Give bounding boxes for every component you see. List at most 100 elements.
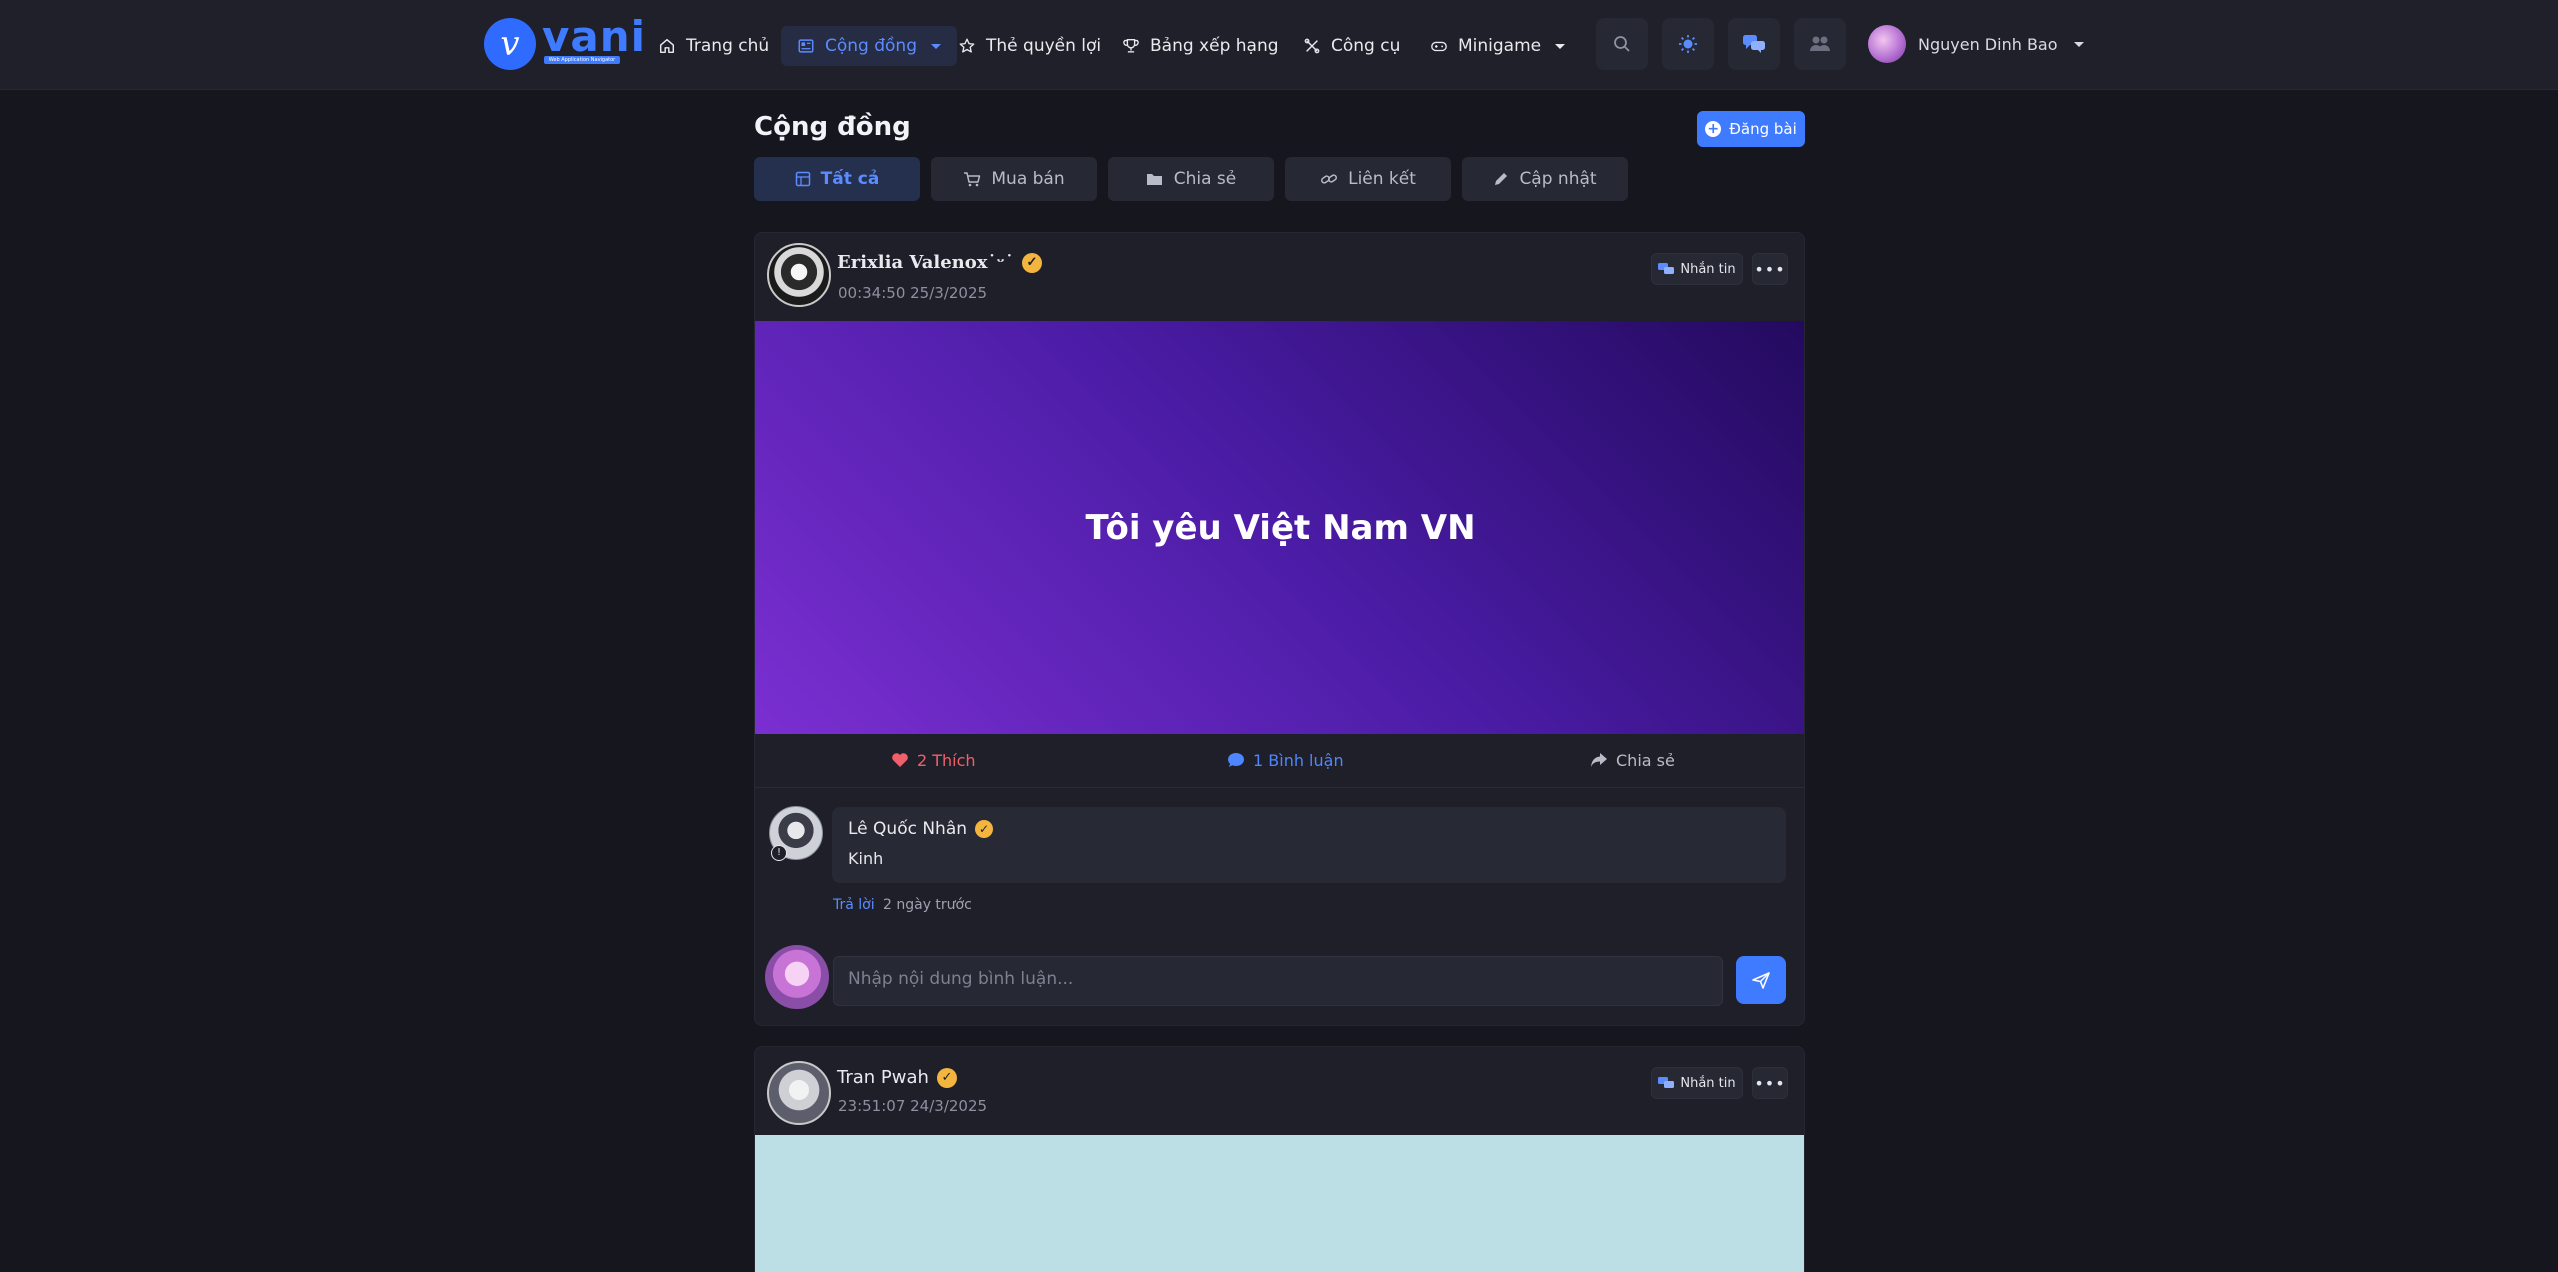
send-comment-button[interactable] xyxy=(1736,956,1786,1004)
more-options-button[interactable]: ••• xyxy=(1752,253,1788,285)
sun-icon xyxy=(1679,35,1697,53)
post-author[interactable]: Erixlia Valenox˙ᵕ˙ ✓ xyxy=(837,252,1042,273)
nav-item-label: Bảng xếp hạng xyxy=(1150,36,1279,56)
verified-badge-icon: ✓ xyxy=(1021,252,1042,273)
comment-bubble: Lê Quốc Nhân ✓ Kinh xyxy=(832,807,1786,883)
filter-tab-label: Tất cả xyxy=(820,169,880,189)
like-button[interactable]: 2 Thích xyxy=(891,734,976,786)
message-button-label: Nhắn tin xyxy=(1680,261,1736,277)
nav-item-home[interactable]: Trang chủ xyxy=(658,26,769,66)
search-button[interactable] xyxy=(1596,18,1648,70)
messages-button[interactable] xyxy=(1728,18,1780,70)
post-card: Tran Pwah ✓ 23:51:07 24/3/2025 Nhắn tin … xyxy=(754,1046,1805,1272)
grid-icon xyxy=(795,171,810,187)
chevron-down-icon xyxy=(931,43,941,49)
link-icon xyxy=(1321,174,1338,184)
chat-icon xyxy=(1743,35,1765,53)
nav-item-tools[interactable]: Công cụ xyxy=(1303,26,1400,66)
chevron-down-icon xyxy=(2073,41,2084,47)
post-time: 23:51:07 24/3/2025 xyxy=(838,1097,988,1115)
create-post-label: Đăng bài xyxy=(1729,120,1797,138)
nav-item-label: Trang chủ xyxy=(686,36,770,56)
post-card: Erixlia Valenox˙ᵕ˙ ✓ 00:34:50 25/3/2025 … xyxy=(754,232,1805,1026)
filter-tab-links[interactable]: Liên kết xyxy=(1285,157,1451,201)
chat-icon xyxy=(1658,263,1675,274)
nav-item-benefits[interactable]: Thẻ quyền lợi xyxy=(958,26,1101,66)
filter-tab-label: Cập nhật xyxy=(1519,169,1597,189)
message-button-label: Nhắn tin xyxy=(1680,1075,1736,1091)
message-button[interactable]: Nhắn tin xyxy=(1651,253,1743,285)
post-image-text: Tôi yêu Việt Nam VN xyxy=(1085,507,1476,548)
ellipsis-icon: ••• xyxy=(1754,1073,1786,1093)
comment-author-name: Lê Quốc Nhân xyxy=(848,819,968,839)
filter-tab-updates[interactable]: Cập nhật xyxy=(1462,157,1628,201)
trophy-icon xyxy=(1123,39,1139,53)
filter-tab-share[interactable]: Chia sẻ xyxy=(1108,157,1274,201)
author-avatar[interactable] xyxy=(767,243,831,307)
brand-logo[interactable]: v vani Web Application Navigator xyxy=(484,12,645,70)
plus-circle-icon: + xyxy=(1705,121,1722,137)
comment-button[interactable]: 1 Bình luận xyxy=(1227,734,1344,786)
current-user-avatar xyxy=(765,945,829,1009)
nav-item-leaderboard[interactable]: Bảng xếp hạng xyxy=(1122,26,1279,66)
share-button[interactable]: Chia sẻ xyxy=(1590,734,1675,786)
heart-icon xyxy=(892,753,908,767)
top-navbar: v vani Web Application Navigator Trang c… xyxy=(0,0,2558,90)
chevron-down-icon xyxy=(1555,43,1566,49)
paper-plane-icon xyxy=(1752,972,1770,989)
filter-tab-marketplace[interactable]: Mua bán xyxy=(931,157,1097,201)
pencil-icon xyxy=(1495,173,1508,185)
comment-time: 2 ngày trước xyxy=(883,897,972,913)
home-icon xyxy=(659,38,675,54)
nav-item-label: Công cụ xyxy=(1331,36,1401,56)
folder-icon xyxy=(1146,174,1162,185)
nav-item-community[interactable]: Cộng đồng xyxy=(781,26,957,66)
create-post-button[interactable]: + Đăng bài xyxy=(1697,111,1805,147)
newspaper-icon xyxy=(798,39,814,53)
verified-badge-icon: ✓ xyxy=(936,1067,957,1088)
message-button[interactable]: Nhắn tin xyxy=(1651,1067,1743,1099)
verified-badge-icon: ✓ xyxy=(975,820,994,838)
post-image[interactable]: Tôi yêu Việt Nam VN xyxy=(755,321,1804,734)
author-name: Tran Pwah xyxy=(837,1067,929,1088)
users-icon xyxy=(1810,36,1830,51)
star-icon xyxy=(959,38,975,53)
ellipsis-icon: ••• xyxy=(1754,259,1786,279)
filter-tab-all[interactable]: Tất cả xyxy=(754,157,920,201)
user-avatar xyxy=(1868,25,1906,63)
brand-tagline: Web Application Navigator xyxy=(544,56,620,64)
user-name: Nguyen Dinh Bao xyxy=(1918,34,2058,54)
post-actions: 2 Thích 1 Bình luận Chia sẻ xyxy=(755,734,1804,788)
info-icon: ! xyxy=(771,845,787,861)
group-chat-button[interactable] xyxy=(1794,18,1846,70)
filter-tab-label: Liên kết xyxy=(1348,169,1416,189)
post-image[interactable] xyxy=(755,1135,1804,1272)
post-author[interactable]: Tran Pwah ✓ xyxy=(837,1067,957,1088)
author-name: Erixlia Valenox˙ᵕ˙ xyxy=(837,252,1014,273)
user-menu[interactable]: Nguyen Dinh Bao xyxy=(1868,24,2084,64)
comment-text: Kinh xyxy=(848,849,884,868)
author-avatar[interactable] xyxy=(767,1061,831,1125)
nav-item-label: Minigame xyxy=(1458,36,1542,56)
comment-count: 1 Bình luận xyxy=(1253,750,1344,770)
comment-author[interactable]: Lê Quốc Nhân ✓ xyxy=(848,819,994,839)
chat-icon xyxy=(1658,1077,1675,1088)
share-label: Chia sẻ xyxy=(1616,750,1675,770)
cart-icon xyxy=(964,172,981,187)
nav-item-label: Thẻ quyền lợi xyxy=(986,36,1102,56)
comment-input[interactable] xyxy=(833,956,1723,1006)
logo-mark-icon: v xyxy=(484,18,536,70)
more-options-button[interactable]: ••• xyxy=(1752,1067,1788,1099)
nav-item-minigame[interactable]: Minigame xyxy=(1430,26,1566,66)
theme-toggle-button[interactable] xyxy=(1662,18,1714,70)
comment-icon xyxy=(1228,753,1244,767)
brand-name: vani xyxy=(542,12,647,61)
share-icon xyxy=(1591,753,1607,767)
reply-link[interactable]: Trả lời xyxy=(833,897,875,913)
page-title: Cộng đồng xyxy=(754,112,911,142)
like-count: 2 Thích xyxy=(917,750,976,770)
filter-tab-label: Mua bán xyxy=(991,169,1065,189)
nav-item-label: Cộng đồng xyxy=(825,36,917,56)
gamepad-icon xyxy=(1431,41,1447,52)
search-icon xyxy=(1614,36,1630,52)
